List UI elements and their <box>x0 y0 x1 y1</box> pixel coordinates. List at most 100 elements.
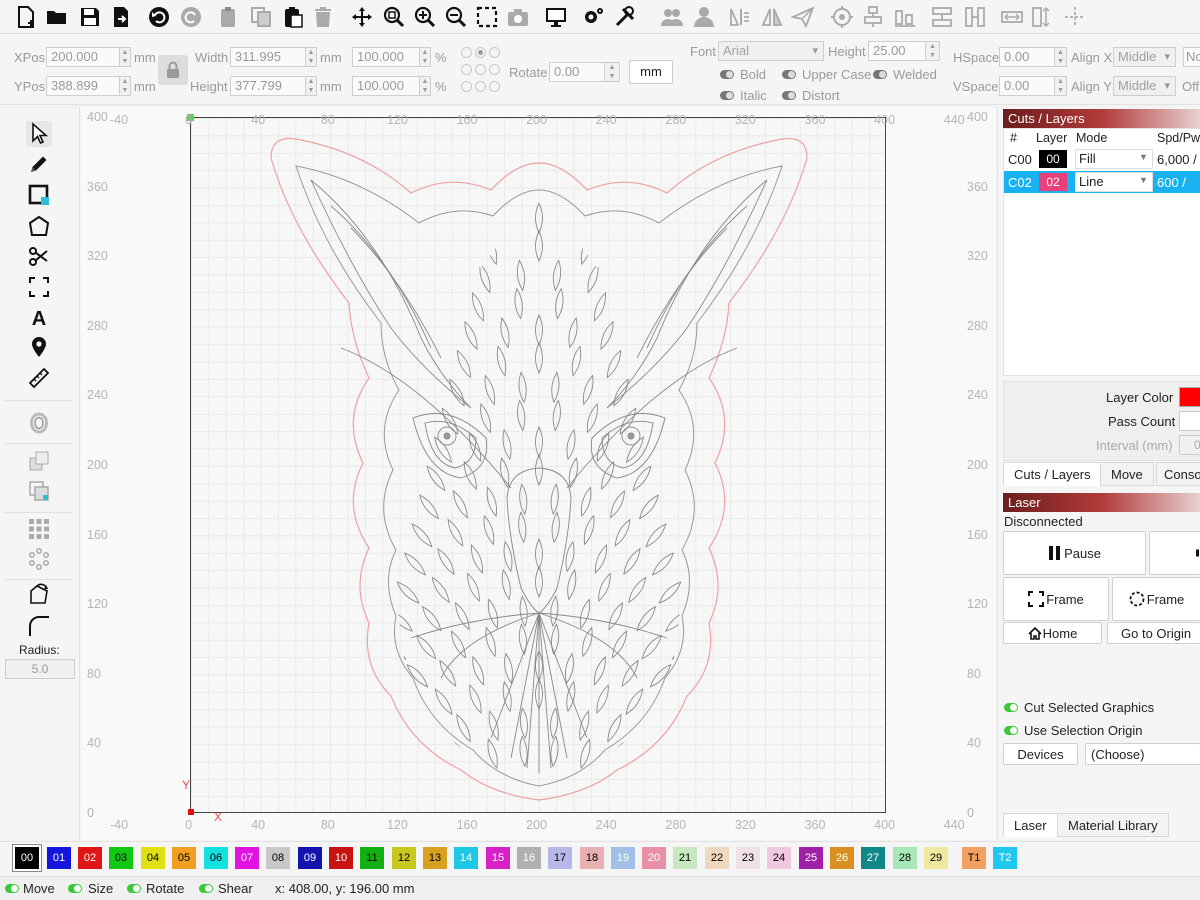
palette-swatch[interactable]: 17 <box>548 847 572 869</box>
scale-width-input[interactable]: 100.000 <box>352 47 420 67</box>
delete-icon[interactable] <box>310 4 336 30</box>
tab-cuts-layers[interactable]: Cuts / Layers <box>1003 462 1102 486</box>
target-icon[interactable] <box>829 4 855 30</box>
polygon-tool[interactable] <box>26 213 52 239</box>
palette-swatch[interactable]: 11 <box>360 847 384 869</box>
palette-swatch[interactable]: 04 <box>141 847 165 869</box>
unit-button[interactable]: mm <box>629 60 673 84</box>
corner-radius-tool[interactable] <box>26 613 52 639</box>
frame-circle-button[interactable]: Frame <box>1112 577 1200 621</box>
select-tool[interactable] <box>26 121 52 147</box>
layer-color-swatch[interactable] <box>1179 387 1200 407</box>
copy-icon[interactable] <box>248 4 274 30</box>
scale-height-input[interactable]: 100.000 <box>352 76 420 96</box>
monitor-icon[interactable] <box>543 4 569 30</box>
xpos-spinner[interactable]: ▲ ▼ <box>120 47 131 67</box>
new-file-icon[interactable] <box>13 4 39 30</box>
clipboard-icon[interactable] <box>280 4 306 30</box>
palette-swatch[interactable]: 15 <box>486 847 510 869</box>
home-button[interactable]: Home <box>1003 622 1102 644</box>
table-row[interactable]: C02 02 Line ▼ 600 / 75 <box>1004 171 1200 205</box>
normal-cut-button[interactable]: Norm <box>1183 47 1200 67</box>
font-height-input[interactable]: 25.00 <box>868 41 926 61</box>
font-select[interactable]: Arial <box>718 41 824 61</box>
vspace-spinner[interactable]: ▲ ▼ <box>1055 76 1067 96</box>
move-icon[interactable] <box>349 4 375 30</box>
tools-icon[interactable] <box>612 4 638 30</box>
grid-array-tool[interactable] <box>26 516 52 542</box>
palette-swatch[interactable]: 27 <box>861 847 885 869</box>
tab-laser[interactable]: Laser <box>1003 813 1058 837</box>
width-spinner[interactable]: ▲ ▼ <box>306 47 317 67</box>
mirror-horizontal-icon[interactable] <box>727 4 753 30</box>
stop-button[interactable] <box>1149 531 1200 575</box>
save-icon[interactable] <box>77 4 103 30</box>
palette-swatch[interactable]: 25 <box>799 847 823 869</box>
align-center-icon[interactable] <box>860 4 886 30</box>
owl-design[interactable] <box>191 118 887 814</box>
upper-case-toggle[interactable] <box>782 70 796 79</box>
scale-height-spinner[interactable]: ▲ ▼ <box>420 76 431 96</box>
undo-icon[interactable] <box>146 4 172 30</box>
device-select[interactable]: (Choose) <box>1085 743 1200 765</box>
settings-icon[interactable] <box>580 4 606 30</box>
circular-array-tool[interactable] <box>26 546 52 572</box>
palette-swatch[interactable]: 05 <box>172 847 196 869</box>
palette-swatch[interactable]: T1 <box>962 847 986 869</box>
palette-swatch[interactable]: 20 <box>642 847 666 869</box>
cut-selected-toggle[interactable] <box>1004 703 1018 712</box>
draw-line-tool[interactable] <box>26 151 52 177</box>
node-edit-tool[interactable] <box>26 582 52 608</box>
palette-swatch[interactable]: 19 <box>611 847 635 869</box>
italic-toggle[interactable] <box>720 91 734 100</box>
design-canvas[interactable]: Y X -40 -40 0 0 40 40 80 80 120 120 160 160 200 200 24… <box>81 107 996 840</box>
open-folder-icon[interactable] <box>44 4 70 30</box>
width-input[interactable]: 311.995 <box>230 47 306 67</box>
measure-tool[interactable] <box>26 365 52 391</box>
palette-swatch[interactable]: 09 <box>298 847 322 869</box>
palette-swatch[interactable]: 03 <box>109 847 133 869</box>
palette-swatch[interactable]: 06 <box>204 847 228 869</box>
lock-aspect-button[interactable] <box>158 55 188 85</box>
tab-move[interactable]: Move <box>1100 462 1154 486</box>
palette-swatch[interactable]: 26 <box>830 847 854 869</box>
work-area[interactable] <box>190 117 886 813</box>
user-icon[interactable] <box>691 4 717 30</box>
hspace-spinner[interactable]: ▲ ▼ <box>1055 47 1067 67</box>
distribute-horizontal-icon[interactable] <box>962 4 988 30</box>
tab-material-library[interactable]: Material Library <box>1057 813 1169 837</box>
position-laser-tool[interactable] <box>26 334 52 360</box>
scissors-tool[interactable] <box>26 243 52 269</box>
rotate-toggle[interactable] <box>127 884 141 893</box>
bold-toggle[interactable] <box>720 70 734 79</box>
radius-input[interactable]: 5.0 <box>5 659 75 679</box>
size-toggle[interactable] <box>68 884 82 893</box>
tab-console[interactable]: Conso <box>1156 462 1200 486</box>
font-height-spinner[interactable]: ▲ ▼ <box>926 41 940 61</box>
align-x-select[interactable]: Middle <box>1113 47 1176 67</box>
zoom-in-icon[interactable] <box>412 4 438 30</box>
move-toggle[interactable] <box>5 884 19 893</box>
palette-swatch[interactable]: 10 <box>329 847 353 869</box>
palette-swatch[interactable]: 22 <box>705 847 729 869</box>
ypos-input[interactable]: 388.899 <box>46 76 120 96</box>
tab-tool[interactable] <box>26 274 52 300</box>
palette-swatch[interactable]: 07 <box>235 847 259 869</box>
scale-width-spinner[interactable]: ▲ ▼ <box>420 47 431 67</box>
palette-swatch[interactable]: 16 <box>517 847 541 869</box>
palette-swatch[interactable]: 24 <box>767 847 791 869</box>
palette-swatch[interactable]: 21 <box>673 847 697 869</box>
table-row[interactable]: C00 00 Fill ▼ 6,000 / <box>1004 148 1200 170</box>
interval-input[interactable]: 0 <box>1179 435 1200 455</box>
palette-swatch[interactable]: T2 <box>993 847 1017 869</box>
hspace-input[interactable]: 0.00 <box>999 47 1055 67</box>
distort-toggle[interactable] <box>782 91 796 100</box>
welded-toggle[interactable] <box>873 70 887 79</box>
height-input[interactable]: 377.799 <box>230 76 306 96</box>
shear-toggle[interactable] <box>199 884 213 893</box>
rotate-input[interactable]: 0.00 <box>549 62 605 82</box>
same-height-icon[interactable] <box>1030 4 1056 30</box>
origin-grid[interactable] <box>459 45 503 97</box>
rotate-spinner[interactable]: ▲ ▼ <box>605 62 620 82</box>
palette-swatch[interactable]: 29 <box>924 847 948 869</box>
